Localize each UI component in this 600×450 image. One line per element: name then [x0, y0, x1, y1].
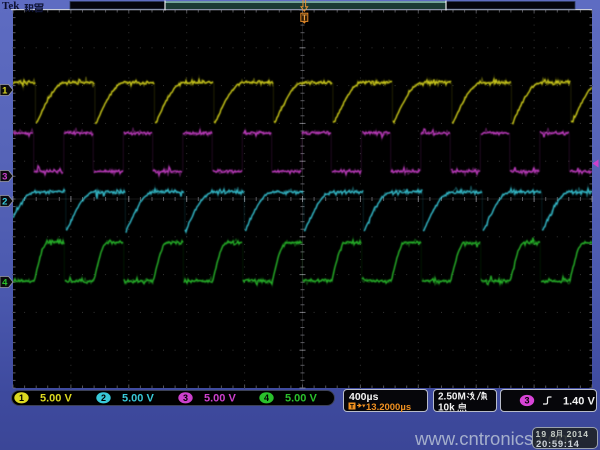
svg-text:1.40 V: 1.40 V — [563, 396, 595, 408]
svg-text:3: 3 — [524, 396, 529, 406]
